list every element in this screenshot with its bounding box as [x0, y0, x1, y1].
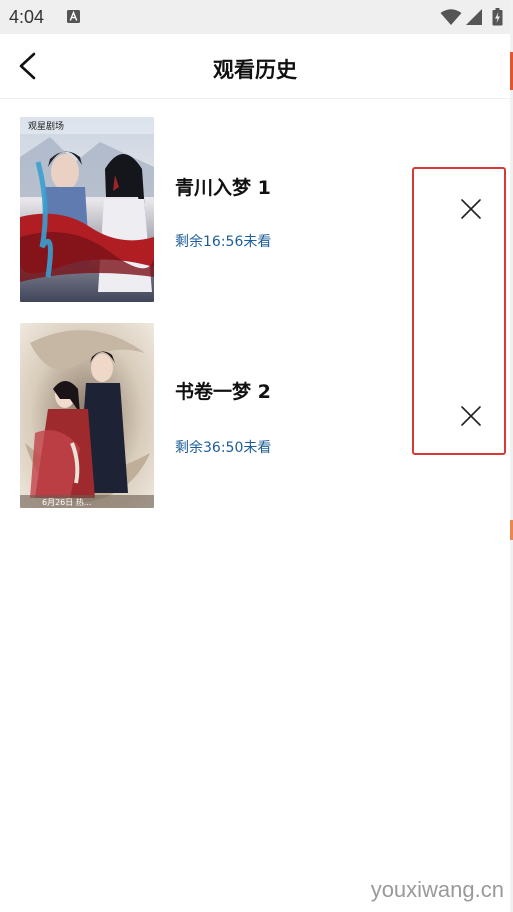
- page-title: 观看历史: [213, 58, 297, 82]
- watch-progress: 剩余36:50未看: [175, 440, 272, 456]
- close-icon[interactable]: [459, 197, 483, 221]
- status-time: 4:04: [9, 7, 45, 27]
- watermark: youxiwang.cn: [370, 877, 504, 902]
- poster-caption: 观星剧场: [28, 121, 64, 132]
- poster-caption: 6月26日 热...: [42, 497, 91, 507]
- poster-image: 6月26日 热...: [20, 323, 154, 508]
- item-title: 青川入梦 1: [175, 177, 271, 199]
- watch-progress: 剩余16:56未看: [175, 234, 272, 250]
- battery-icon: [492, 8, 503, 26]
- close-icon[interactable]: [459, 404, 483, 428]
- app-header: 观看历史: [0, 34, 510, 99]
- wifi-icon: [440, 9, 462, 25]
- signal-icon: [466, 9, 482, 25]
- item-title: 书卷一梦 2: [175, 381, 271, 403]
- poster-thumbnail[interactable]: 观星剧场: [20, 117, 154, 302]
- keyboard-a-icon: [67, 10, 80, 23]
- status-bar: 4:04: [0, 0, 510, 34]
- poster-thumbnail[interactable]: 6月26日 热...: [20, 323, 154, 508]
- poster-image: 观星剧场: [20, 117, 154, 302]
